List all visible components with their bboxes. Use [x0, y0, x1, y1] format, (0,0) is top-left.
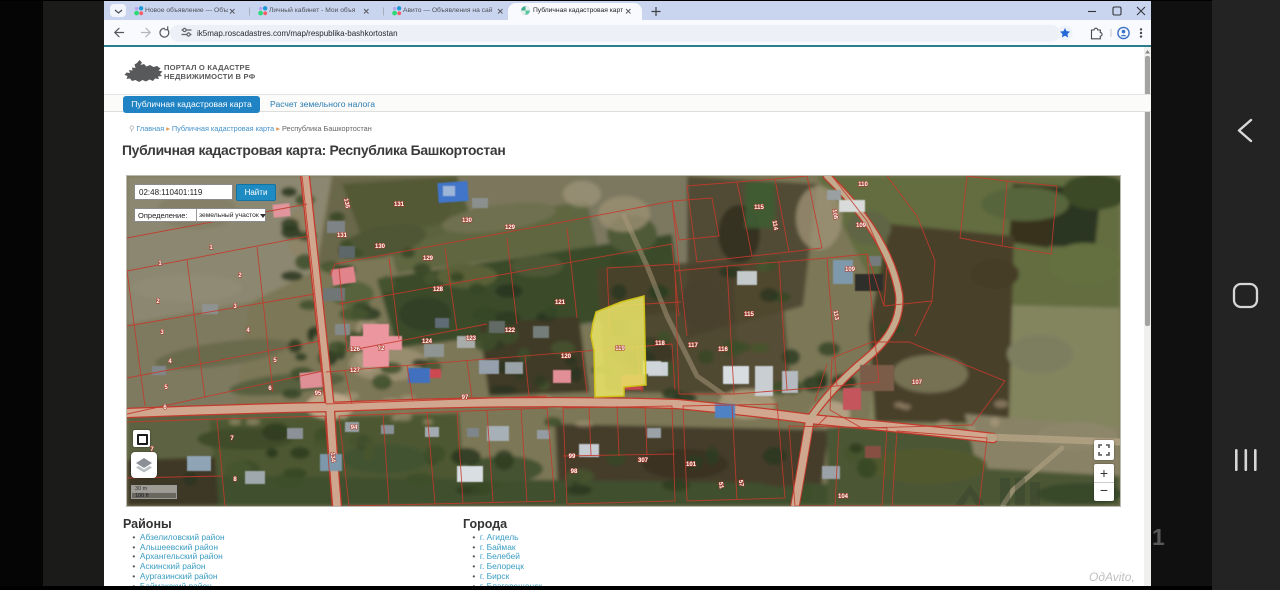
svg-text:129: 129: [423, 256, 434, 262]
svg-text:131: 131: [394, 202, 405, 208]
svg-text:110: 110: [858, 182, 868, 188]
svg-text:123: 123: [466, 336, 477, 342]
svg-text:131: 131: [337, 233, 348, 239]
svg-text:95: 95: [315, 391, 322, 397]
svg-text:101: 101: [686, 462, 697, 468]
svg-text:116: 116: [718, 347, 728, 353]
svg-text:129: 129: [505, 225, 516, 231]
svg-text:122: 122: [505, 328, 516, 334]
svg-text:124: 124: [422, 339, 433, 345]
svg-text:118: 118: [655, 341, 665, 347]
svg-text:115: 115: [744, 312, 754, 318]
svg-text:ik5map.roscadastres.com/map/re: ik5map.roscadastres.com/map/respublika-b…: [197, 29, 398, 38]
svg-text:119: 119: [615, 346, 625, 352]
svg-text:109: 109: [856, 223, 867, 229]
svg-text:107: 107: [912, 380, 923, 386]
svg-text:115: 115: [754, 205, 764, 211]
svg-text:99: 99: [569, 454, 576, 460]
svg-text:130: 130: [462, 218, 473, 224]
svg-text:120: 120: [561, 354, 572, 360]
svg-text:109: 109: [845, 267, 856, 273]
svg-text:104: 104: [838, 494, 849, 500]
svg-text:126: 126: [350, 347, 361, 353]
svg-text:128: 128: [433, 287, 444, 293]
svg-text:134: 134: [329, 452, 336, 463]
svg-text:97: 97: [462, 395, 469, 401]
svg-text:98: 98: [571, 469, 578, 475]
svg-text:94: 94: [351, 425, 358, 431]
svg-text:127: 127: [350, 368, 361, 374]
svg-text:72: 72: [378, 346, 385, 352]
svg-text:130: 130: [375, 244, 386, 250]
svg-text:117: 117: [688, 343, 698, 349]
svg-text:121: 121: [555, 300, 566, 306]
svg-text:307: 307: [638, 458, 649, 464]
